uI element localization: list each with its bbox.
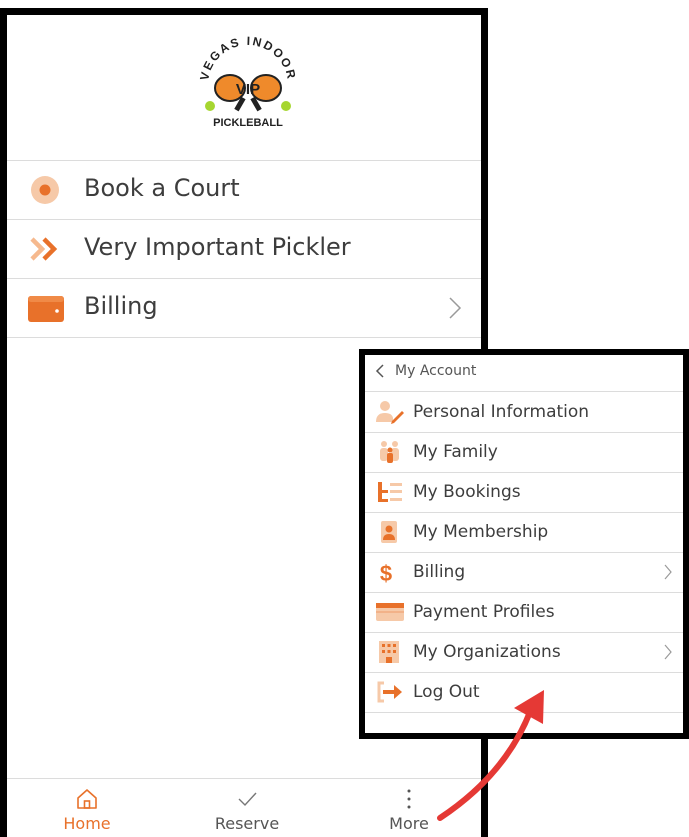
svg-text:VEGAS INDOOR: VEGAS INDOOR: [197, 34, 299, 82]
account-item-log-out[interactable]: Log Out: [365, 672, 683, 713]
membership-card-icon: [381, 521, 397, 543]
account-item-my-membership[interactable]: My Membership: [365, 512, 683, 553]
svg-text:$: $: [380, 561, 392, 584]
dollar-icon: $: [380, 561, 392, 584]
vegas-indoor-pickleball-logo: VEGAS INDOOR VIP PICKLEBALL: [197, 34, 299, 129]
account-item-my-bookings[interactable]: My Bookings: [365, 472, 683, 513]
more-vertical-icon: [407, 789, 411, 809]
menu-item-label: Book a Court: [84, 174, 240, 202]
chevron-right-icon: [664, 644, 672, 660]
tab-label: More: [389, 814, 429, 833]
menu-item-vip[interactable]: Very Important Pickler: [7, 220, 481, 279]
menu-item-label: Billing: [84, 292, 158, 320]
user-edit-icon: [376, 401, 404, 424]
bottom-nav: Home Reserve More: [7, 778, 481, 837]
account-item-billing[interactable]: $ Billing: [365, 552, 683, 593]
tab-label: Reserve: [214, 814, 280, 833]
account-item-label: My Organizations: [413, 642, 561, 662]
svg-text:PICKLEBALL: PICKLEBALL: [213, 117, 283, 129]
account-item-label: Log Out: [413, 682, 480, 702]
panel-header[interactable]: My Account: [365, 355, 683, 392]
wallet-icon: [28, 296, 64, 322]
account-item-label: Personal Information: [413, 402, 590, 422]
checkmark-icon: [238, 792, 257, 807]
account-item-label: Payment Profiles: [413, 602, 555, 622]
double-chevron-icon: [30, 237, 58, 261]
account-item-my-organizations[interactable]: My Organizations: [365, 632, 683, 673]
logout-icon: [377, 681, 402, 703]
family-icon: [380, 441, 399, 463]
svg-text:VIP: VIP: [236, 81, 260, 98]
account-item-label: My Membership: [413, 522, 549, 542]
account-item-payment-profiles[interactable]: Payment Profiles: [365, 592, 683, 633]
chevron-right-icon: [449, 297, 462, 319]
back-chevron-icon[interactable]: [375, 364, 385, 378]
account-item-personal-information[interactable]: Personal Information: [365, 392, 683, 433]
chevron-right-icon: [664, 564, 672, 580]
account-item-label: My Family: [413, 442, 498, 462]
account-item-my-family[interactable]: My Family: [365, 432, 683, 473]
credit-card-icon: [376, 603, 404, 621]
tab-label: Home: [63, 814, 111, 833]
radio-dot-icon: [31, 176, 59, 204]
list-icon: [378, 482, 402, 502]
logo-header: VEGAS INDOOR VIP PICKLEBALL: [7, 15, 481, 161]
tab-reserve[interactable]: Reserve: [187, 779, 307, 837]
account-item-label: Billing: [413, 562, 466, 582]
tab-more[interactable]: More: [349, 779, 469, 837]
panel-title: My Account: [395, 363, 477, 379]
account-item-label: My Bookings: [413, 482, 521, 502]
tab-home[interactable]: Home: [27, 779, 147, 837]
menu-item-book-court[interactable]: Book a Court: [7, 161, 481, 220]
menu-item-label: Very Important Pickler: [84, 233, 351, 261]
home-icon: [77, 789, 97, 809]
building-icon: [379, 641, 399, 663]
menu-item-billing[interactable]: Billing: [7, 279, 481, 338]
my-account-panel: My Account Personal Information My Famil…: [359, 349, 689, 739]
